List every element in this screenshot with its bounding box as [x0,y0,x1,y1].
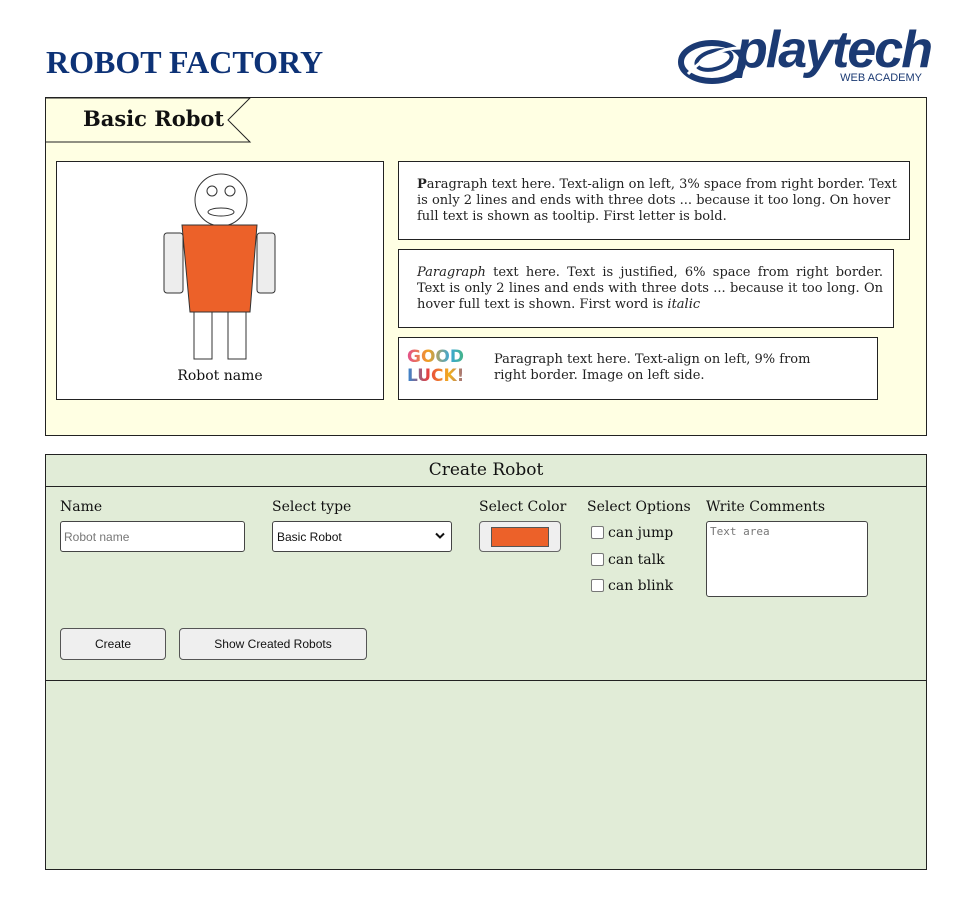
good-luck-image: GOOD LUCK! [407,348,471,392]
type-label: Select type [272,499,352,515]
paragraph-2-text: text here. Text is justified, 6% space f… [417,265,883,312]
color-label: Select Color [479,499,567,515]
robot-type-select[interactable]: Basic Robot [272,521,452,552]
playtech-logo: playtech WEB ACADEMY [678,24,933,90]
panel-title: Basic Robot [83,106,225,131]
create-button[interactable]: Create [60,628,166,660]
panel-title-tab: Basic Robot [46,98,252,143]
page-header: ROBOT FACTORY playtech WEB ACADEMY [46,24,933,90]
show-created-robots-button[interactable]: Show Created Robots [179,628,367,660]
robot-name-label: Robot name [177,368,263,384]
robot-eye-right [224,185,236,197]
robot-head [194,173,248,227]
robot-leg-left [193,311,213,360]
paragraph-3: GOOD LUCK! Paragraph text here. Text-ali… [398,337,878,400]
can-blink-checkbox[interactable] [591,579,604,592]
good-luck-line-1: GOOD [407,348,471,367]
basic-robot-panel: Basic Robot Robot name Paragraph text he… [45,97,927,436]
robot-figure [163,173,276,360]
comments-label: Write Comments [706,499,826,515]
robots-list-divider [46,680,926,681]
paragraph-1-first-letter: P [417,177,427,192]
paragraph-1-text: aragraph text here. Text-align on left, … [417,177,897,224]
can-blink-label: can blink [608,578,674,594]
paragraph-2-italic-word: italic [667,297,701,312]
robot-type-selected: Basic Robot [277,530,342,544]
comments-textarea[interactable]: Text area [706,521,868,597]
robot-eye-left [206,185,218,197]
can-talk-checkbox[interactable] [591,553,604,566]
robot-arm-right [256,232,276,294]
paragraph-3-text: Paragraph text here. Text-align on left,… [494,352,811,383]
create-robot-title: Create Robot [46,455,926,487]
good-luck-line-2: LUCK! [407,367,471,386]
options-label: Select Options [587,499,691,515]
robot-leg-right [227,311,247,360]
robot-mouth [207,207,235,217]
color-picker[interactable] [479,521,561,552]
robot-name-input[interactable] [60,521,245,552]
chevron-down-icon [435,532,445,539]
logo-wordmark: playtech [736,21,933,79]
paragraph-1: Paragraph text here. Text-align on left,… [398,161,910,240]
name-label: Name [60,499,103,515]
robot-arm-left [163,232,184,294]
color-swatch [491,527,549,547]
can-talk-label: can talk [608,552,665,568]
page-title: ROBOT FACTORY [46,44,324,80]
can-jump-label: can jump [608,525,674,541]
can-jump-checkbox[interactable] [591,526,604,539]
logo-subtitle: WEB ACADEMY [840,72,922,84]
paragraph-2: Paragraph text here. Text is justified, … [398,249,894,328]
paragraph-2-first-word: Paragraph [417,265,486,280]
create-robot-panel: Create Robot Name Select type Basic Robo… [45,454,927,870]
robot-body [181,224,258,313]
robot-card: Robot name [56,161,384,400]
